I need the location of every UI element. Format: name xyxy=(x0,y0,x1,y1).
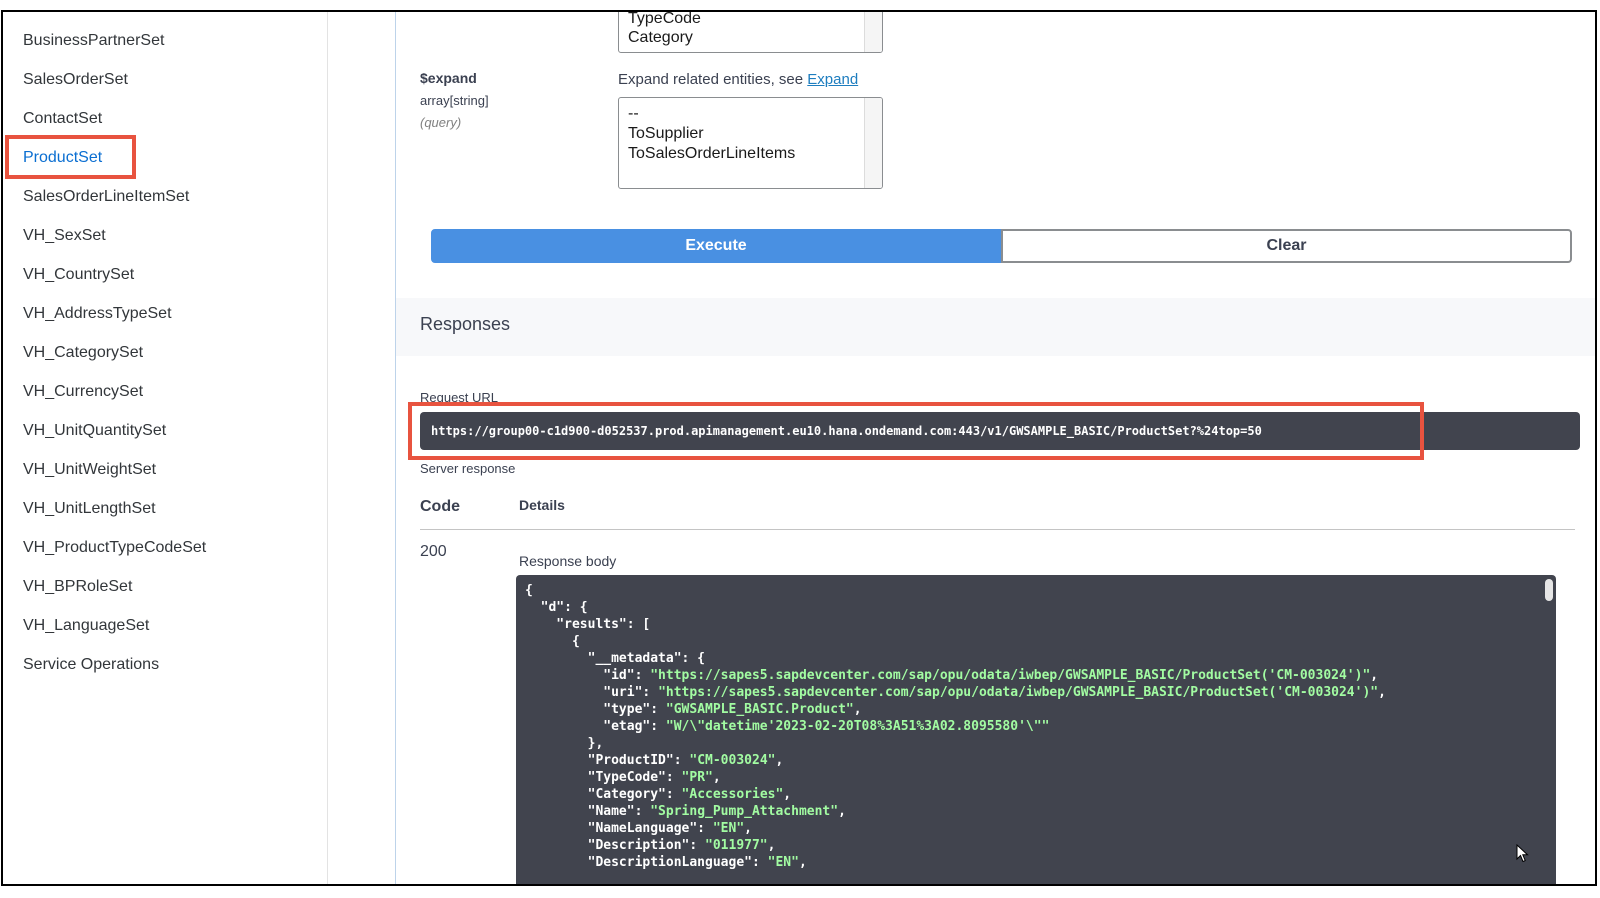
response-body[interactable]: { "d": { "results": [ { "__metadata": { … xyxy=(516,575,1556,884)
code-column-header: Code xyxy=(420,498,460,515)
expand-option-tosupplier[interactable]: ToSupplier xyxy=(628,124,704,144)
description-language-value: "EN" xyxy=(767,855,799,870)
app-window: BusinessPartnerSet SalesOrderSet Contact… xyxy=(1,10,1597,886)
expand-option-tosalesorderlineitems[interactable]: ToSalesOrderLineItems xyxy=(628,144,795,164)
clear-button[interactable]: Clear xyxy=(1001,229,1572,263)
response-body-label: Response body xyxy=(519,553,617,569)
request-url-label: Request URL xyxy=(420,390,499,405)
execute-button[interactable]: Execute xyxy=(431,229,1001,263)
mouse-pointer-icon xyxy=(1516,844,1529,863)
select-option-category[interactable]: Category xyxy=(628,28,693,48)
sidebar-item-productset[interactable]: ProductSet xyxy=(23,148,102,168)
expand-listbox[interactable]: -- ToSupplier ToSalesOrderLineItems xyxy=(618,97,883,189)
metadata-type-value: "GWSAMPLE_BASIC.Product" xyxy=(665,702,854,717)
sidebar-item-vh-unitquantityset[interactable]: VH_UnitQuantitySet xyxy=(23,421,166,441)
sidebar-item-vh-languageset[interactable]: VH_LanguageSet xyxy=(23,616,149,636)
sidebar-item-service-operations[interactable]: Service Operations xyxy=(23,655,159,675)
expand-listbox-scrollbar[interactable] xyxy=(864,98,882,188)
operation-panel: TypeCode Category $expand array[string] … xyxy=(396,12,1595,884)
name-language-value: "EN" xyxy=(712,821,745,836)
expand-param-location: (query) xyxy=(420,115,462,130)
expand-link[interactable]: Expand xyxy=(807,71,858,88)
select-listbox-scrollbar[interactable] xyxy=(864,12,882,52)
sidebar-item-vh-unitweightset[interactable]: VH_UnitWeightSet xyxy=(23,460,156,480)
metadata-uri-value: "https://sapes5.sapdevcenter.com/sap/opu… xyxy=(658,685,1379,700)
select-listbox[interactable]: TypeCode Category xyxy=(618,12,883,53)
response-body-scrollbar[interactable] xyxy=(1545,579,1553,601)
sidebar-item-vh-currencyset[interactable]: VH_CurrencySet xyxy=(23,382,143,402)
category-value: "Accessories" xyxy=(681,787,784,802)
sidebar-item-vh-addresstypeset[interactable]: VH_AddressTypeSet xyxy=(23,304,172,324)
response-table-divider xyxy=(420,529,1575,530)
sidebar-item-vh-bproleset[interactable]: VH_BPRoleSet xyxy=(23,577,132,597)
select-option-typecode[interactable]: TypeCode xyxy=(628,12,701,29)
request-url[interactable]: https://group00-c1d900-d052537.prod.apim… xyxy=(420,412,1580,450)
expand-param-name: $expand xyxy=(420,70,477,86)
details-column-header: Details xyxy=(519,497,565,513)
sidebar-item-businesspartnerset[interactable]: BusinessPartnerSet xyxy=(23,31,164,51)
expand-description: Expand related entities, see Expand xyxy=(618,71,858,88)
name-value: "Spring_Pump_Attachment" xyxy=(650,804,839,819)
product-id-value: "CM-003024" xyxy=(689,753,776,768)
sidebar-item-vh-categoryset[interactable]: VH_CategorySet xyxy=(23,343,143,363)
sidebar-item-vh-producttypecodeset[interactable]: VH_ProductTypeCodeSet xyxy=(23,538,206,558)
metadata-etag-value: "W/\"datetime'2023-02-20T08%3A51%3A02.80… xyxy=(665,719,1050,734)
sidebar-item-salesorderset[interactable]: SalesOrderSet xyxy=(23,70,128,90)
sidebar-item-vh-sexset[interactable]: VH_SexSet xyxy=(23,226,106,246)
metadata-id-value: "https://sapes5.sapdevcenter.com/sap/opu… xyxy=(650,668,1371,683)
expand-option-none[interactable]: -- xyxy=(628,104,639,124)
description-value: "011977" xyxy=(705,838,768,853)
response-body-json: { "d": { "results": [ { "__metadata": { … xyxy=(525,583,1386,870)
sidebar-item-vh-unitlengthset[interactable]: VH_UnitLengthSet xyxy=(23,499,156,519)
sidebar-item-vh-countryset[interactable]: VH_CountrySet xyxy=(23,265,134,285)
expand-param-type: array[string] xyxy=(420,93,489,108)
sidebar-item-salesorderlineitemset[interactable]: SalesOrderLineItemSet xyxy=(23,187,189,207)
server-response-label: Server response xyxy=(420,461,516,476)
status-code: 200 xyxy=(420,543,447,560)
sidebar-item-contactset[interactable]: ContactSet xyxy=(23,109,102,129)
sidebar: BusinessPartnerSet SalesOrderSet Contact… xyxy=(3,12,328,884)
expand-description-text: Expand related entities, see xyxy=(618,71,804,88)
responses-title: Responses xyxy=(420,314,511,334)
responses-header: Responses xyxy=(396,298,1595,356)
type-code-value: "PR" xyxy=(681,770,713,785)
